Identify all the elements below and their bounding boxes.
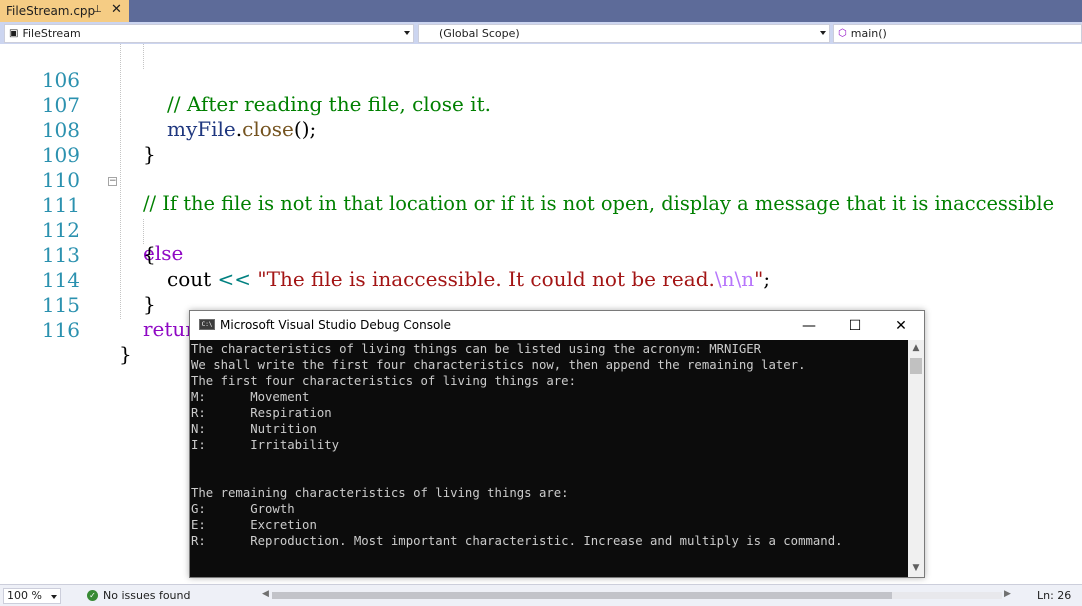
console-line: I: Irritability: [191, 438, 340, 452]
console-line: G: Growth: [191, 502, 295, 516]
line-indicator: Ln: 26: [1037, 589, 1072, 602]
close-button[interactable]: ✕: [878, 311, 924, 340]
member-dropdown-label: main(): [850, 27, 887, 40]
console-line: R: Respiration: [191, 406, 332, 420]
code-brace: }: [119, 342, 132, 366]
chevron-down-icon: [404, 31, 410, 35]
console-line: The characteristics of living things can…: [191, 342, 762, 356]
code-line: 112 {: [0, 194, 1082, 266]
pin-icon[interactable]: ⊥: [93, 4, 102, 15]
issues-indicator[interactable]: ✓ No issues found: [87, 589, 190, 602]
scroll-right-icon[interactable]: ▶: [1004, 589, 1011, 599]
code-line: 106 // After reading the file, close it.: [0, 44, 1082, 116]
scroll-left-icon[interactable]: ◀: [262, 589, 269, 599]
document-tab-strip: FileStream.cpp ⊥ ✕: [0, 0, 1082, 22]
console-title: Microsoft Visual Studio Debug Console: [220, 318, 452, 332]
console-line: The first four characteristics of living…: [191, 374, 576, 388]
chevron-down-icon: [51, 595, 57, 599]
horizontal-scrollbar[interactable]: ◀ ▶: [260, 589, 1015, 602]
navigation-bar: ▣ FileStream (Global Scope) ⬡ main(): [0, 22, 1082, 44]
editor-status-bar: 100 % ✓ No issues found ◀ ▶ Ln: 26: [0, 584, 1082, 606]
ide-window: FileStream.cpp ⊥ ✕ ▣ FileStream (Global …: [0, 0, 1082, 606]
console-line: The remaining characteristics of living …: [191, 486, 569, 500]
zoom-dropdown[interactable]: 100 %: [3, 588, 61, 604]
minimize-button[interactable]: —: [786, 311, 832, 340]
scrollbar-thumb[interactable]: [910, 358, 922, 374]
collapse-icon[interactable]: −: [108, 177, 117, 186]
scope-dropdown-label: (Global Scope): [439, 27, 520, 40]
scope-dropdown[interactable]: (Global Scope): [418, 24, 830, 43]
method-icon: ⬡: [838, 28, 847, 39]
chevron-down-icon: [820, 31, 826, 35]
code-line: 109: [0, 119, 1082, 167]
console-line: N: Nutrition: [191, 422, 317, 436]
issues-label: No issues found: [103, 589, 191, 602]
code-line: 111 − else: [0, 169, 1082, 266]
code-line: 108 }: [0, 94, 1082, 166]
console-line: We shall write the first four characteri…: [191, 358, 806, 372]
tab-label: FileStream.cpp: [6, 4, 96, 18]
project-icon: ▣: [9, 28, 19, 39]
console-line: E: Excretion: [191, 518, 317, 532]
console-output[interactable]: The characteristics of living things can…: [190, 340, 908, 577]
code-line: 110 // If the file is not in that locati…: [0, 144, 1082, 215]
scroll-up-icon[interactable]: ▲: [911, 343, 921, 353]
zoom-level: 100 %: [7, 589, 42, 602]
member-dropdown[interactable]: ⬡ main(): [833, 24, 1082, 43]
scrollbar-thumb[interactable]: [272, 592, 892, 599]
maximize-button[interactable]: ☐: [832, 311, 878, 340]
console-scrollbar[interactable]: ▲ ▼: [908, 340, 924, 577]
scroll-down-icon[interactable]: ▼: [911, 563, 921, 573]
console-line: R: Reproduction. Most important characte…: [191, 534, 843, 548]
code-line: 114 }: [0, 244, 1082, 316]
project-dropdown-label: FileStream: [22, 27, 81, 40]
check-icon: ✓: [87, 590, 98, 601]
debug-console-window[interactable]: C:\ Microsoft Visual Studio Debug Consol…: [189, 310, 925, 578]
console-titlebar[interactable]: C:\ Microsoft Visual Studio Debug Consol…: [190, 311, 924, 340]
tab-filestream-cpp[interactable]: FileStream.cpp ⊥ ✕: [0, 0, 129, 22]
console-app-icon: C:\: [199, 319, 215, 330]
line-number: 116: [41, 318, 80, 342]
code-line: 107 myFile.close();: [0, 69, 1082, 141]
code-line: 115 return 0;: [0, 269, 1082, 341]
code-line: 113 cout << "The file is inaccessible. I…: [0, 219, 1082, 291]
project-dropdown[interactable]: ▣ FileStream: [4, 24, 414, 43]
close-tab-icon[interactable]: ✕: [111, 2, 122, 17]
console-line: M: Movement: [191, 390, 310, 404]
